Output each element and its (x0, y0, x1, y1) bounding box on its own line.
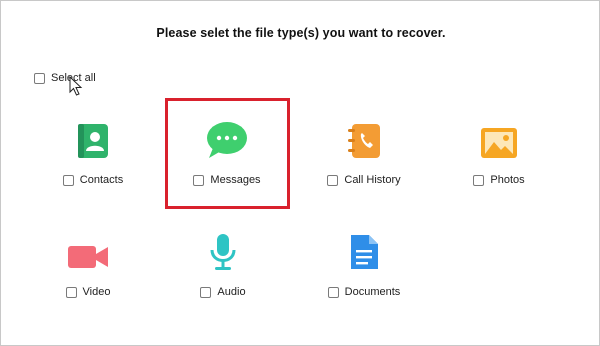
documents-icon (348, 230, 380, 272)
documents-label: Documents (344, 286, 401, 298)
select-all-box[interactable] (34, 72, 45, 84)
call-history-checkbox[interactable] (327, 174, 339, 186)
contacts-icon (76, 118, 110, 160)
page-title: Please selet the file type(s) you want t… (156, 26, 446, 40)
file-type-documents[interactable]: Documents (294, 230, 434, 298)
file-type-contacts[interactable]: Contacts (23, 118, 163, 186)
documents-checkbox[interactable] (327, 286, 339, 298)
file-type-photos[interactable]: Photos (429, 118, 569, 186)
audio-icon (208, 230, 238, 272)
photos-icon (479, 118, 519, 160)
video-label: Video (82, 286, 111, 298)
file-type-audio[interactable]: Audio (153, 230, 293, 298)
call-history-icon (346, 118, 382, 160)
file-type-call-history[interactable]: Call History (294, 118, 434, 186)
contacts-label: Contacts (79, 174, 124, 186)
call-history-label: Call History (344, 174, 401, 186)
select-all-checkbox[interactable]: Select all (34, 72, 96, 84)
audio-label: Audio (217, 286, 246, 298)
photos-checkbox[interactable] (473, 174, 485, 186)
video-icon (66, 230, 110, 272)
messages-highlight-box (165, 98, 290, 209)
audio-checkbox[interactable] (200, 286, 212, 298)
photos-label: Photos (490, 174, 525, 186)
contacts-checkbox[interactable] (62, 174, 74, 186)
video-checkbox[interactable] (65, 286, 77, 298)
file-type-video[interactable]: Video (18, 230, 158, 298)
mouse-pointer-icon (69, 76, 83, 96)
dialog-frame: Please selet the file type(s) you want t… (0, 0, 600, 346)
